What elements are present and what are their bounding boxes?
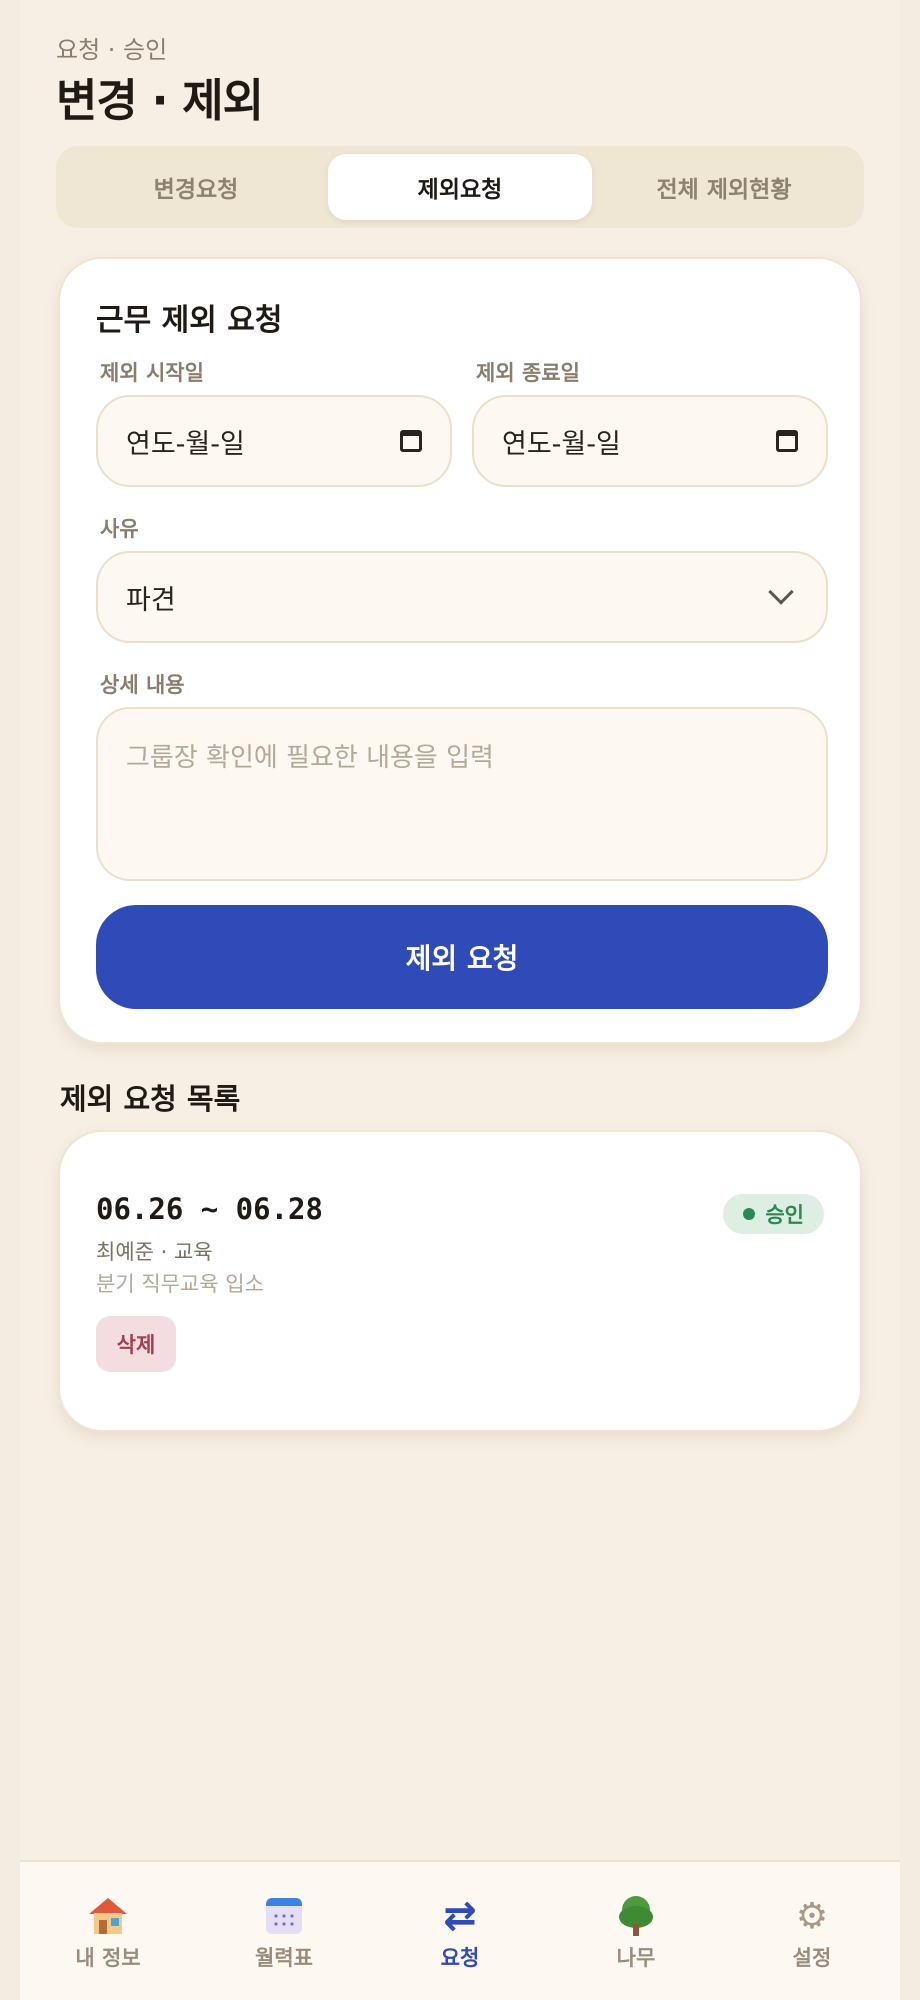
house-icon [89,1896,127,1936]
submit-exclude-button[interactable]: 제외 요청 [96,905,828,1009]
nav-label: 나무 [616,1946,656,1970]
detail-label: 상세 내용 [100,673,185,697]
nav-label: 설정 [792,1946,832,1970]
nav-settings[interactable]: ⚙ 설정 [724,1862,900,2000]
gear-icon: ⚙ [795,1895,829,1937]
app-screen: 요청 · 승인 변경 · 제외 변경요청 제외요청 전체 제외현황 근무 제외 … [20,0,900,2000]
status-dot-icon [743,1208,756,1220]
nav-tree[interactable]: 나무 [548,1862,724,2000]
nav-requests[interactable]: ⇄ 요청 [372,1862,548,2000]
end-date-value: 연도-월-일 [502,428,621,460]
tab-exclude-status[interactable]: 전체 제외현황 [592,154,856,220]
nav-calendar[interactable]: 월력표 [196,1862,372,2000]
page-title: 변경 · 제외 [56,74,264,127]
start-date-label: 제외 시작일 [100,361,204,385]
reason-label: 사유 [100,517,139,541]
request-date-range: 06.26 ~ 06.28 [96,1192,323,1226]
delete-button[interactable]: 삭제 [96,1316,176,1372]
status-label: 승인 [765,1203,804,1227]
status-badge: 승인 [723,1194,824,1234]
nav-label: 내 정보 [75,1946,141,1970]
nav-my-info[interactable]: 내 정보 [20,1862,196,2000]
calendar-picker-icon[interactable] [400,430,422,452]
detail-placeholder: 그룹장 확인에 필요한 내용을 입력 [126,743,494,773]
tab-exclude-request[interactable]: 제외요청 [328,154,592,220]
start-date-value: 연도-월-일 [126,428,245,460]
calendar-picker-icon[interactable] [776,430,798,452]
nav-label: 월력표 [255,1946,313,1970]
start-date-input[interactable]: 연도-월-일 [96,395,452,487]
tab-change-request[interactable]: 변경요청 [64,154,328,220]
swap-icon: ⇄ [443,1893,477,1939]
request-list-title: 제외 요청 목록 [60,1082,241,1116]
request-note: 분기 직무교육 입소 [96,1272,264,1296]
request-list-card: 06.26 ~ 06.28 승인 최예준 · 교육 분기 직무교육 입소 삭제 [58,1130,862,1432]
bottom-nav: 내 정보 월력표 ⇄ 요청 나무 ⚙ 설정 [20,1860,900,2000]
segmented-tabs: 변경요청 제외요청 전체 제외현황 [56,146,864,228]
exclude-request-card: 근무 제외 요청 제외 시작일 연도-월-일 제외 종료일 연도-월-일 사유 … [58,257,862,1044]
tree-icon [619,1896,653,1936]
chevron-down-icon [768,579,794,605]
calendar-icon [266,1896,302,1936]
reason-value: 파견 [126,584,176,616]
form-title: 근무 제외 요청 [96,303,283,338]
nav-label: 요청 [440,1946,480,1970]
detail-textarea[interactable]: 그룹장 확인에 필요한 내용을 입력 [96,707,828,881]
request-person: 최예준 · 교육 [96,1240,213,1264]
page-eyebrow: 요청 · 승인 [56,36,168,64]
end-date-input[interactable]: 연도-월-일 [472,395,828,487]
reason-select[interactable]: 파견 [96,551,828,643]
end-date-label: 제외 종료일 [476,361,580,385]
